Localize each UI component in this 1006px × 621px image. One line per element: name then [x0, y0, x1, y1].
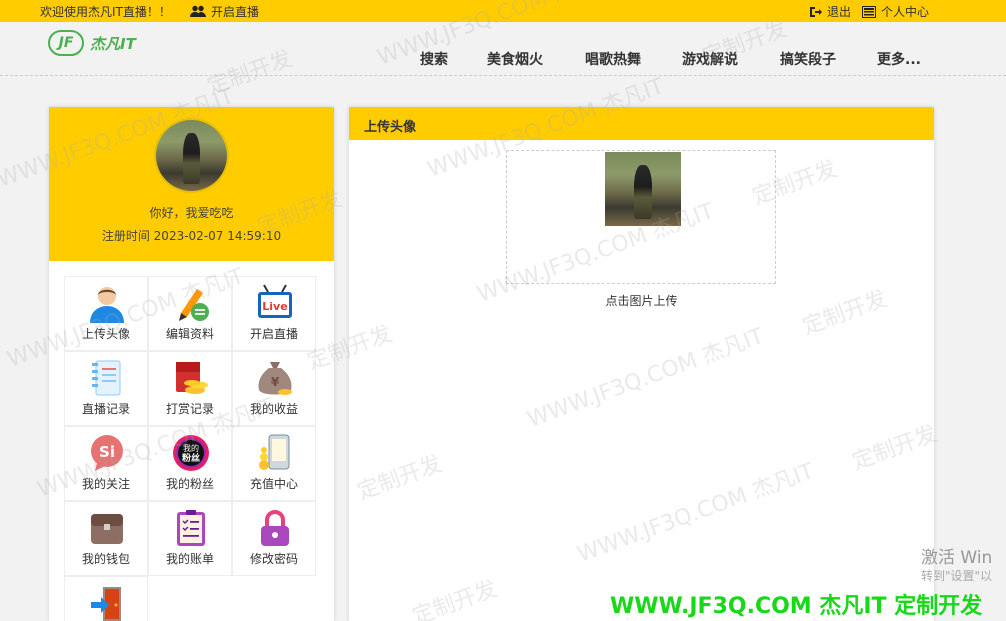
svg-text:我的: 我的: [183, 443, 199, 453]
svg-text:粉丝: 粉丝: [182, 452, 200, 464]
recharge-phone-icon: [255, 433, 295, 473]
register-time: 注册时间 2023-02-07 14:59:10: [101, 229, 282, 243]
profile-card: 你好，我爱吃吃 注册时间 2023-02-07 14:59:10: [49, 107, 334, 261]
logout-label: 退出: [827, 5, 852, 19]
profile-greeting: 你好，我爱吃吃: [149, 206, 234, 220]
menu-logout[interactable]: [64, 576, 148, 621]
menu-label: 我的收益: [249, 402, 298, 416]
padlock-icon: [255, 508, 295, 548]
avatar-preview[interactable]: [605, 152, 681, 226]
menu-label: 上传头像: [81, 327, 130, 341]
avatar-preview-photo: [605, 152, 681, 226]
logo-text: 杰凡IT: [90, 34, 136, 53]
menu-label: 我的账单: [165, 552, 214, 566]
menu-tip-records[interactable]: 打赏记录: [148, 351, 232, 426]
welcome-text: 欢迎使用杰凡IT直播！！: [40, 5, 171, 19]
nav-game-commentary[interactable]: 游戏解说: [682, 49, 738, 69]
nav-comedy[interactable]: 搞笑段子: [780, 49, 836, 69]
bill-clipboard-icon: [171, 508, 211, 548]
fans-badge-icon: 我的 粉丝: [171, 433, 211, 473]
site-logo[interactable]: JF 杰凡IT: [48, 30, 136, 56]
menu-change-password[interactable]: 修改密码: [232, 501, 316, 576]
menu-edit-profile[interactable]: 编辑资料: [148, 276, 232, 351]
svg-text:Live: Live: [262, 300, 287, 313]
panel-title: 上传头像: [349, 107, 934, 140]
menu-label: 打赏记录: [165, 402, 214, 416]
menu-label: 我的关注: [81, 477, 130, 491]
svg-text:¥: ¥: [271, 375, 280, 389]
os-activation-hint: 转到"设置"以: [921, 569, 993, 583]
menu-label: 修改密码: [249, 552, 298, 566]
nav-more[interactable]: 更多...: [877, 49, 921, 69]
red-envelope-icon: [171, 358, 211, 398]
logo-mark: JF: [48, 30, 84, 56]
money-bag-icon: ¥: [255, 358, 295, 398]
avatar: [154, 118, 229, 193]
nav-search[interactable]: 搜索: [420, 49, 448, 69]
logout-link[interactable]: 退出: [809, 3, 851, 20]
users-icon: [190, 5, 206, 18]
menu-upload-avatar[interactable]: 上传头像: [64, 276, 148, 351]
header: JF 杰凡IT 搜索 美食烟火 唱歌热舞 游戏解说 搞笑段子 更多...: [0, 22, 1006, 76]
sidebar: 你好，我爱吃吃 注册时间 2023-02-07 14:59:10 上传头像 编辑…: [49, 107, 334, 621]
avatar-upload-area[interactable]: [506, 150, 776, 284]
menu-label: 编辑资料: [165, 327, 214, 341]
follow-bubble-icon: Si: [87, 433, 127, 473]
live-tv-icon: Live: [255, 283, 295, 323]
menu-start-live[interactable]: Live 开启直播: [232, 276, 316, 351]
menu-label: 充值中心: [249, 477, 298, 491]
start-live-label: 开启直播: [211, 5, 260, 19]
top-bar: 欢迎使用杰凡IT直播！！ 开启直播 退出 个人中心: [0, 0, 1006, 22]
user-center-label: 个人中心: [881, 5, 930, 19]
menu-my-bills[interactable]: 我的账单: [148, 501, 232, 576]
menu-my-income[interactable]: ¥ 我的收益: [232, 351, 316, 426]
promo-banner: WWW.JF3Q.COM 杰凡IT 定制开发: [610, 594, 983, 619]
notebook-icon: [87, 358, 127, 398]
menu-label: 开启直播: [249, 327, 298, 341]
nav-singing-dance[interactable]: 唱歌热舞: [585, 49, 641, 69]
start-live-link[interactable]: 开启直播: [190, 3, 259, 20]
upload-hint: 点击图片上传: [605, 294, 678, 308]
menu-my-fans[interactable]: 我的 粉丝 我的粉丝: [148, 426, 232, 501]
svg-text:Si: Si: [99, 443, 115, 461]
menu-my-wallet[interactable]: 我的钱包: [64, 501, 148, 576]
menu-label: 我的粉丝: [165, 477, 214, 491]
exit-door-icon: [87, 583, 127, 621]
main-panel: 上传头像 点击图片上传: [349, 107, 934, 621]
user-center-link[interactable]: 个人中心: [862, 3, 929, 20]
menu-recharge-center[interactable]: 充值中心: [232, 426, 316, 501]
logout-icon: [809, 6, 822, 18]
menu-label: 直播记录: [81, 402, 130, 416]
menu-live-records[interactable]: 直播记录: [64, 351, 148, 426]
avatar-photo: [156, 120, 227, 191]
user-avatar-icon: [87, 283, 127, 323]
list-icon: [862, 5, 876, 18]
menu-label: 我的钱包: [81, 552, 130, 566]
wallet-icon: [87, 508, 127, 548]
edit-pencil-icon: [171, 283, 211, 323]
nav-food[interactable]: 美食烟火: [487, 49, 543, 69]
menu-my-follows[interactable]: Si 我的关注: [64, 426, 148, 501]
os-activation-text: 激活 Win: [921, 548, 993, 568]
